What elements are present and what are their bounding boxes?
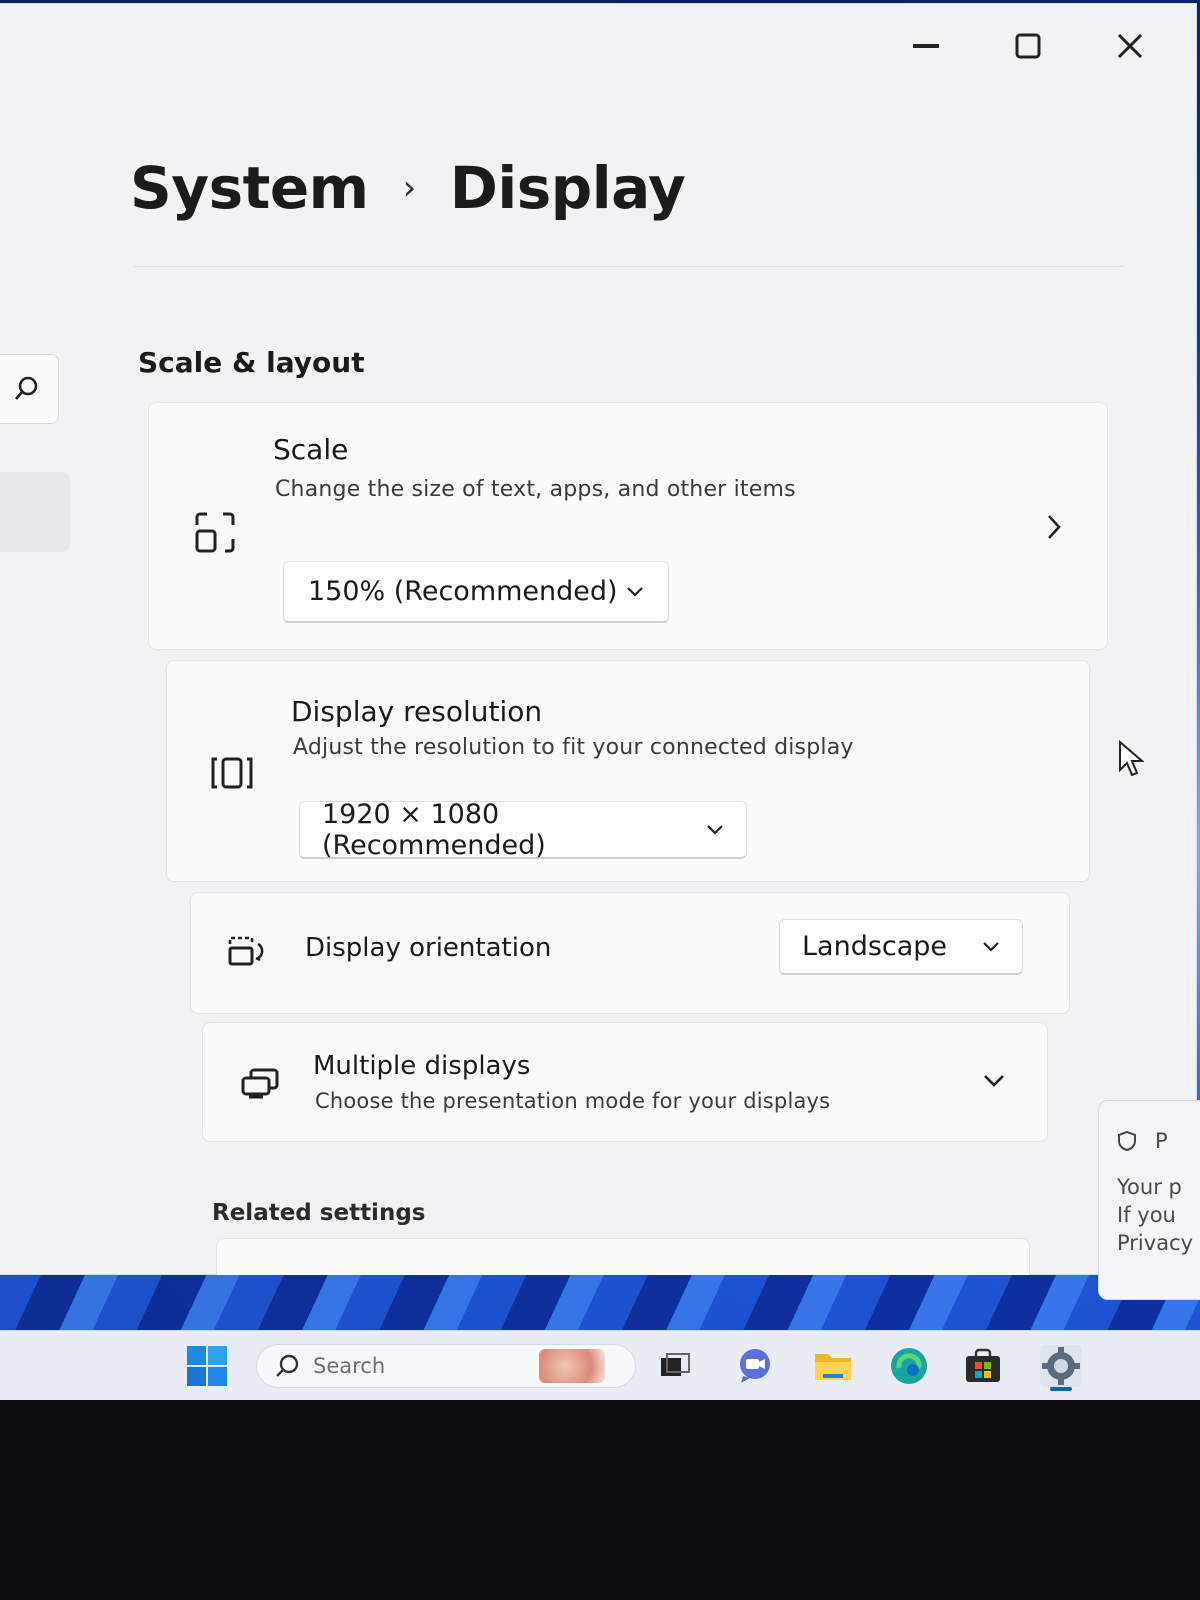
taskbar-search-placeholder: Search [313, 1354, 386, 1378]
orientation-dropdown[interactable]: Landscape [779, 919, 1023, 975]
display-resolution-card: Display resolution Adjust the resolution… [166, 660, 1090, 882]
related-settings-heading: Related settings [212, 1200, 426, 1226]
edge-button[interactable] [888, 1345, 930, 1387]
shield-icon [1118, 1130, 1136, 1152]
resolution-dropdown[interactable]: 1920 × 1080 (Recommended) [299, 798, 747, 861]
settings-button[interactable] [1040, 1345, 1082, 1391]
scale-description: Change the size of text, apps, and other… [275, 477, 796, 502]
resolution-dropdown-value: 1920 × 1080 (Recommended) [322, 798, 546, 861]
minimize-button[interactable] [902, 24, 950, 68]
teams-chat-icon [740, 1349, 770, 1383]
notification-panel[interactable]: P Your p If you Privacy [1098, 1100, 1200, 1300]
breadcrumb-separator: › [402, 168, 417, 208]
resolution-description: Adjust the resolution to fit your connec… [293, 735, 854, 760]
notification-line-1: Your p [1117, 1175, 1182, 1199]
chevron-down-icon[interactable] [979, 1067, 1009, 1095]
task-view-icon [661, 1353, 690, 1376]
multiple-displays-icon [237, 1063, 283, 1103]
display-orientation-card: Display orientation Landscape [190, 892, 1070, 1014]
minimize-icon [913, 44, 939, 48]
scale-icon [191, 509, 239, 557]
scale-dropdown[interactable]: 150% (Recommended) [283, 561, 669, 623]
breadcrumb: System › Display [130, 154, 686, 222]
title-bar [0, 4, 1196, 84]
folder-icon [815, 1354, 851, 1380]
maximize-button[interactable] [1004, 24, 1052, 68]
chevron-down-icon [982, 941, 1000, 953]
chevron-right-icon[interactable] [1039, 509, 1069, 545]
search-icon [15, 376, 38, 400]
taskbar-search-box[interactable]: Search [256, 1344, 636, 1388]
scale-title: Scale [273, 433, 349, 466]
scale-card[interactable]: Scale Change the size of text, apps, and… [148, 402, 1108, 650]
search-highlight-image [539, 1349, 606, 1383]
chevron-down-icon [626, 586, 644, 598]
notification-line-2: If you [1117, 1203, 1176, 1227]
orientation-dropdown-value: Landscape [802, 931, 948, 962]
orientation-icon [225, 931, 271, 971]
start-button[interactable] [186, 1345, 228, 1387]
section-title: Scale & layout [138, 346, 365, 379]
sidebar-search-button[interactable] [0, 354, 59, 424]
file-explorer-button[interactable] [812, 1345, 854, 1387]
orientation-title: Display orientation [305, 933, 552, 963]
close-button[interactable] [1106, 24, 1154, 68]
chevron-down-icon [706, 824, 724, 836]
header-divider [134, 266, 1124, 267]
notification-header: P [1155, 1129, 1168, 1153]
edge-icon [891, 1348, 927, 1384]
sidebar-selected-item[interactable] [0, 472, 70, 552]
multiple-displays-description: Choose the presentation mode for your di… [315, 1089, 831, 1113]
settings-window: System › Display Scale & layout Scale Ch… [0, 4, 1196, 1275]
screen-bezel [0, 1400, 1200, 1600]
resolution-title: Display resolution [291, 695, 543, 728]
windows-logo-icon [187, 1346, 227, 1386]
close-icon [1117, 33, 1143, 59]
store-icon [966, 1348, 1000, 1382]
scale-dropdown-value: 150% (Recommended) [308, 576, 618, 607]
maximize-icon [1015, 33, 1041, 59]
teams-chat-button[interactable] [734, 1345, 776, 1387]
mouse-cursor-icon [1118, 739, 1145, 782]
store-button[interactable] [962, 1345, 1004, 1387]
multiple-displays-card[interactable]: Multiple displays Choose the presentatio… [202, 1022, 1048, 1142]
gear-icon [1042, 1347, 1080, 1385]
breadcrumb-system[interactable]: System [130, 154, 369, 222]
search-icon [276, 1354, 299, 1377]
taskbar: Search [0, 1330, 1200, 1401]
multiple-displays-title: Multiple displays [313, 1051, 531, 1081]
task-view-button[interactable] [654, 1345, 696, 1387]
notification-line-3: Privacy [1117, 1231, 1194, 1255]
resolution-icon [209, 753, 255, 793]
active-app-indicator [1050, 1387, 1072, 1391]
page-title: Display [449, 154, 686, 222]
related-settings-card[interactable] [216, 1238, 1030, 1275]
